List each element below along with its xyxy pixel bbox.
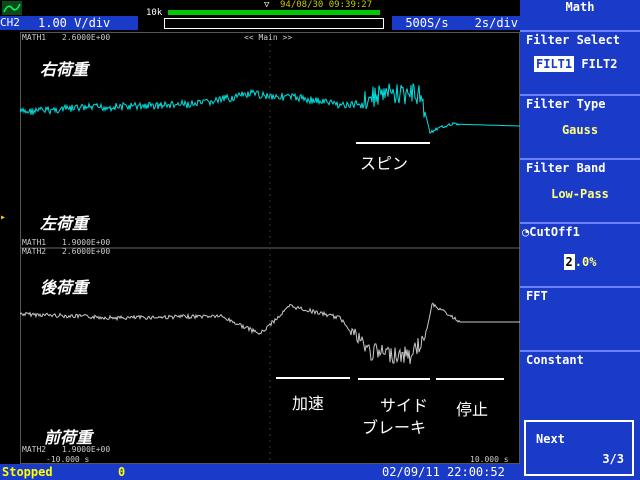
left-load-label: 左荷重 (40, 214, 89, 233)
rear-load-label: 後荷重 (40, 278, 89, 297)
lower-header-label: MATH2 (22, 247, 47, 256)
math1-trace (20, 83, 520, 134)
stop-annotation: 停止 (456, 400, 489, 419)
time-left-label: -10.000 s (46, 455, 90, 464)
sample-rate: 500S/s (392, 16, 462, 30)
accel-annotation: 加速 (292, 394, 325, 413)
filter2-option[interactable]: FILT2 (581, 57, 617, 71)
display-window-box (164, 18, 384, 29)
right-load-label: 右荷重 (40, 60, 89, 79)
main-zoom-label: << Main >> (244, 33, 293, 42)
menu-page-indicator: 3/3 (602, 452, 624, 466)
filter1-option[interactable]: FILT1 (534, 56, 575, 72)
upper-footer-value: 1.9000E+00 (62, 238, 111, 247)
time-right-label: 10.000 s (470, 455, 509, 464)
fft-label: FFT (526, 289, 548, 303)
menu-title: Math (520, 0, 640, 14)
acquisition-count: 0 (118, 465, 126, 479)
status-datetime: 02/09/11 22:00:52 (382, 465, 505, 479)
stop-marker-line (436, 378, 504, 380)
side-brake-marker-line (358, 378, 430, 380)
trigger-position-icon: ▽ (264, 0, 270, 10)
memory-bar (168, 10, 380, 15)
filter-type-label: Filter Type (526, 97, 606, 111)
filter-band-label: Filter Band (526, 161, 606, 175)
time-per-div[interactable]: 2s/div (462, 16, 520, 30)
upper-header-value: 2.6000E+00 (62, 33, 111, 42)
cutoff-label: CutOff1 (529, 225, 580, 239)
trigger-datetime: 94/08/30 09:39:27 (280, 0, 373, 10)
filter-type-softkey[interactable]: Filter Type Gauss (520, 94, 640, 158)
filter-band-softkey[interactable]: Filter Band Low-Pass (520, 158, 640, 222)
cutoff-softkey[interactable]: ◔CutOff1 2.0% (520, 222, 640, 286)
filter-select-label: Filter Select (526, 33, 620, 47)
cutoff-cursor-digit: 2 (563, 254, 575, 270)
probe-icon (2, 1, 22, 15)
cutoff-value[interactable]: 2.0% (520, 254, 640, 270)
upper-footer-label: MATH1 (22, 238, 47, 247)
volts-per-div[interactable]: 1.00 V/div (24, 16, 138, 30)
filter-type-value: Gauss (561, 123, 599, 137)
cutoff-value-rest: .0% (574, 255, 597, 269)
ground-marker-icon: ▸ (0, 212, 7, 223)
memory-length: 10k (146, 8, 163, 18)
filter-select-options: FILT1 FILT2 (520, 56, 640, 72)
lower-header-value: 2.6000E+00 (62, 247, 111, 256)
side-brake-annotation-2: ブレーキ (362, 418, 427, 437)
spin-marker-line (356, 142, 430, 144)
filter-band-value: Low-Pass (551, 187, 609, 201)
constant-softkey[interactable]: Constant (520, 350, 640, 416)
front-load-label: 前荷重 (44, 428, 93, 447)
acquisition-state: Stopped (2, 465, 53, 479)
accel-marker-line (276, 377, 350, 379)
next-label: Next (536, 432, 565, 446)
channel-label[interactable]: CH2 (0, 16, 24, 30)
next-page-button[interactable]: Next 3/3 (524, 420, 634, 476)
filter-select-softkey[interactable]: Filter Select FILT1 FILT2 (520, 30, 640, 94)
cutoff-label-row: ◔CutOff1 (520, 224, 640, 240)
upper-header-label: MATH1 (22, 33, 47, 42)
fft-softkey[interactable]: FFT (520, 286, 640, 350)
constant-label: Constant (526, 353, 584, 367)
spin-annotation: スピン (360, 154, 409, 173)
side-brake-annotation-1: サイド (380, 396, 429, 415)
lower-footer-label: MATH2 (22, 445, 47, 454)
